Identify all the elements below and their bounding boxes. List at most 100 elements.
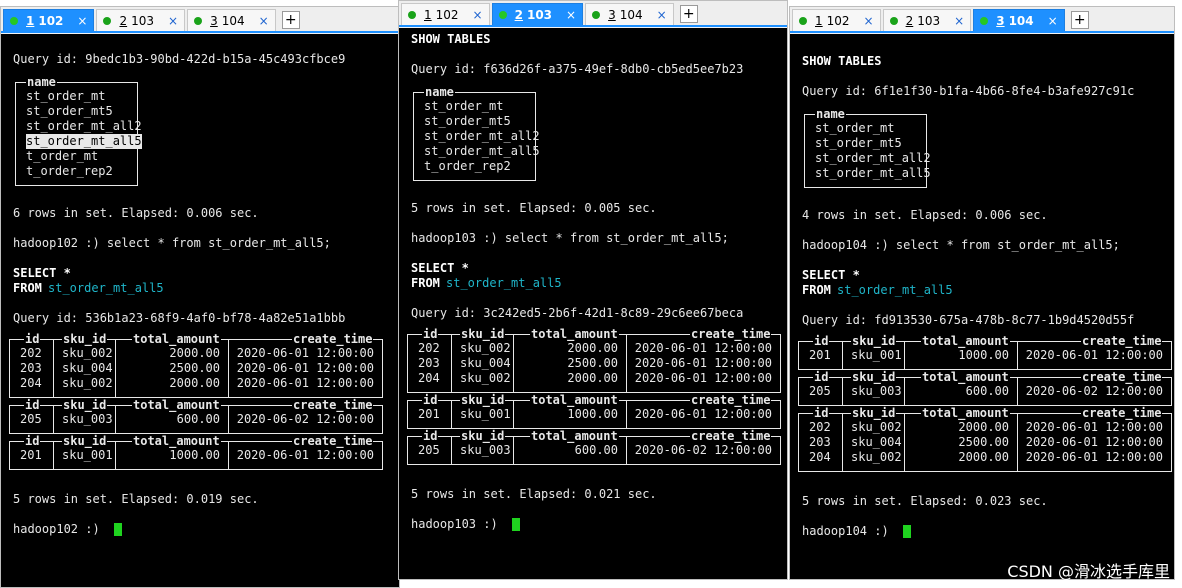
rows-status-line-2: 5 rows in set. Elapsed: 0.021 sec. xyxy=(411,487,657,501)
column-divider xyxy=(228,340,229,397)
cell-total-amount: 2000.00 xyxy=(958,420,1009,434)
column-header-total-amount: total_amount xyxy=(132,434,221,449)
new-tab-button[interactable]: + xyxy=(1070,11,1089,29)
table-name-item[interactable]: st_order_mt5 xyxy=(424,114,511,129)
column-header-create-time: create_time xyxy=(690,429,772,444)
column-divider xyxy=(904,378,905,405)
session-tab-103[interactable]: 2 103 × xyxy=(491,3,584,25)
cell-total-amount: 2000.00 xyxy=(567,371,618,385)
cell-id: 201 xyxy=(809,348,831,362)
column-divider xyxy=(115,340,116,397)
column-divider xyxy=(53,406,54,433)
table-name-item[interactable]: st_order_mt_all5 xyxy=(26,134,142,149)
select-command-line: hadoop104 :) select * from st_order_mt_a… xyxy=(802,238,1120,252)
query-id-line-2: Query id: 536b1a23-68f9-4af0-bf78-4a82e5… xyxy=(13,311,346,325)
table-name-item[interactable]: st_order_mt5 xyxy=(815,136,902,151)
table-name-item[interactable]: st_order_mt xyxy=(815,121,894,136)
from-table-name: st_order_mt_all5 xyxy=(446,276,562,290)
show-tables-command: SHOW TABLES xyxy=(411,32,491,46)
cell-create-time: 2020-06-01 12:00:00 xyxy=(236,346,374,360)
cell-total-amount: 2000.00 xyxy=(169,376,220,390)
column-header-sku-id: sku_id xyxy=(460,327,506,342)
table-name-item[interactable]: st_order_mt_all5 xyxy=(815,166,931,181)
session-tab-104[interactable]: 3 104 × xyxy=(187,9,276,31)
session-tab-103[interactable]: 2 103 × xyxy=(96,9,186,31)
query-id-line: Query id: 6f1e1f30-b1fa-4b66-8fe4-b3afe9… xyxy=(802,84,1135,98)
watermark: CSDN @滑冰选手库里 xyxy=(1007,562,1170,581)
table-name-item[interactable]: st_order_mt5 xyxy=(26,104,113,119)
table-name-item[interactable]: t_order_rep2 xyxy=(424,159,511,174)
column-divider xyxy=(451,401,452,428)
connected-status-icon xyxy=(498,10,507,19)
cell-sku-id: sku_004 xyxy=(460,356,511,370)
query-id-line-2: Query id: fd913530-675a-478b-8c77-1b9d45… xyxy=(802,313,1135,327)
cell-sku-id: sku_002 xyxy=(62,376,113,390)
select-command-line: hadoop102 :) select * from st_order_mt_a… xyxy=(13,236,331,250)
new-tab-button[interactable]: + xyxy=(281,11,300,29)
tab-number: 1 xyxy=(26,13,35,28)
column-divider xyxy=(513,335,514,392)
table-name-item[interactable]: t_order_mt xyxy=(26,149,98,164)
close-tab-icon[interactable]: × xyxy=(1048,14,1058,28)
table-name-item[interactable]: st_order_mt_all2 xyxy=(815,151,931,166)
cell-total-amount: 2000.00 xyxy=(567,341,618,355)
session-tab-104[interactable]: 3 104 × xyxy=(585,3,674,25)
text-cursor[interactable] xyxy=(903,525,912,538)
close-tab-icon[interactable]: × xyxy=(864,14,874,28)
session-tab-104[interactable]: 3 104 × xyxy=(973,9,1065,31)
connected-status-icon xyxy=(592,10,601,19)
tab-bar: 1 102 × 2 103 × 3 104 × + xyxy=(790,7,1174,31)
table-name-item[interactable]: st_order_mt xyxy=(424,99,503,114)
tab-host: 104 xyxy=(619,7,643,22)
cell-sku-id: sku_002 xyxy=(460,341,511,355)
cell-total-amount: 2000.00 xyxy=(169,346,220,360)
from-table-name: st_order_mt_all5 xyxy=(48,281,164,295)
table-name-item[interactable]: st_order_mt_all5 xyxy=(424,144,540,159)
text-cursor[interactable] xyxy=(512,518,521,531)
cell-sku-id: sku_003 xyxy=(851,384,902,398)
tab-number: 2 xyxy=(514,7,523,22)
column-header-total-amount: total_amount xyxy=(921,370,1010,385)
table-name-item[interactable]: st_order_mt_all2 xyxy=(26,119,142,134)
close-tab-icon[interactable]: × xyxy=(473,8,483,22)
close-tab-icon[interactable]: × xyxy=(954,14,964,28)
column-divider xyxy=(1017,378,1018,405)
cell-id: 202 xyxy=(418,341,440,355)
table-name-item[interactable]: t_order_rep2 xyxy=(26,164,113,179)
session-tab-103[interactable]: 2 103 × xyxy=(882,9,972,31)
column-divider xyxy=(842,378,843,405)
table-name-item[interactable]: st_order_mt xyxy=(26,89,105,104)
cell-sku-id: sku_004 xyxy=(851,435,902,449)
column-header-sku-id: sku_id xyxy=(62,332,108,347)
column-header-create-time: create_time xyxy=(690,327,772,342)
select-keyword-line: SELECT * xyxy=(802,268,860,282)
tab-number: 3 xyxy=(608,7,616,22)
close-tab-icon[interactable]: × xyxy=(657,8,667,22)
column-header-create-time: create_time xyxy=(690,393,772,408)
connected-status-icon xyxy=(10,16,18,25)
rows-status-line-2: 5 rows in set. Elapsed: 0.019 sec. xyxy=(13,492,259,506)
column-header-create-time: create_time xyxy=(1081,370,1163,385)
tab-bar: 1 102 × 2 103 × 3 104 × + xyxy=(399,1,787,25)
table-name-item[interactable]: st_order_mt_all2 xyxy=(424,129,540,144)
session-tab-102[interactable]: 1 102 × xyxy=(3,9,95,31)
session-tab-102[interactable]: 1 102 × xyxy=(401,3,490,25)
new-tab-button[interactable]: + xyxy=(679,5,698,23)
from-keyword: FROM xyxy=(13,281,42,295)
show-tables-command: SHOW TABLES xyxy=(802,54,882,68)
close-tab-icon[interactable]: × xyxy=(259,14,269,28)
select-keyword-line: SELECT * xyxy=(13,266,71,280)
cell-total-amount: 1000.00 xyxy=(567,407,618,421)
close-tab-icon[interactable]: × xyxy=(168,14,178,28)
session-tab-102[interactable]: 1 102 × xyxy=(792,9,881,31)
close-tab-icon[interactable]: × xyxy=(77,14,87,28)
column-header-sku-id: sku_id xyxy=(62,398,108,413)
result-block: id sku_id total_amount create_time 202 sku_00… xyxy=(798,406,1172,472)
text-cursor[interactable] xyxy=(114,523,123,536)
close-tab-icon[interactable]: × xyxy=(566,8,576,22)
result-block: id sku_id total_amount create_time 201 sku_00… xyxy=(9,434,383,470)
tab-number: 3 xyxy=(210,13,218,28)
column-header-create-time: create_time xyxy=(292,332,374,347)
column-divider xyxy=(451,335,452,392)
column-header-sku-id: sku_id xyxy=(851,334,897,349)
